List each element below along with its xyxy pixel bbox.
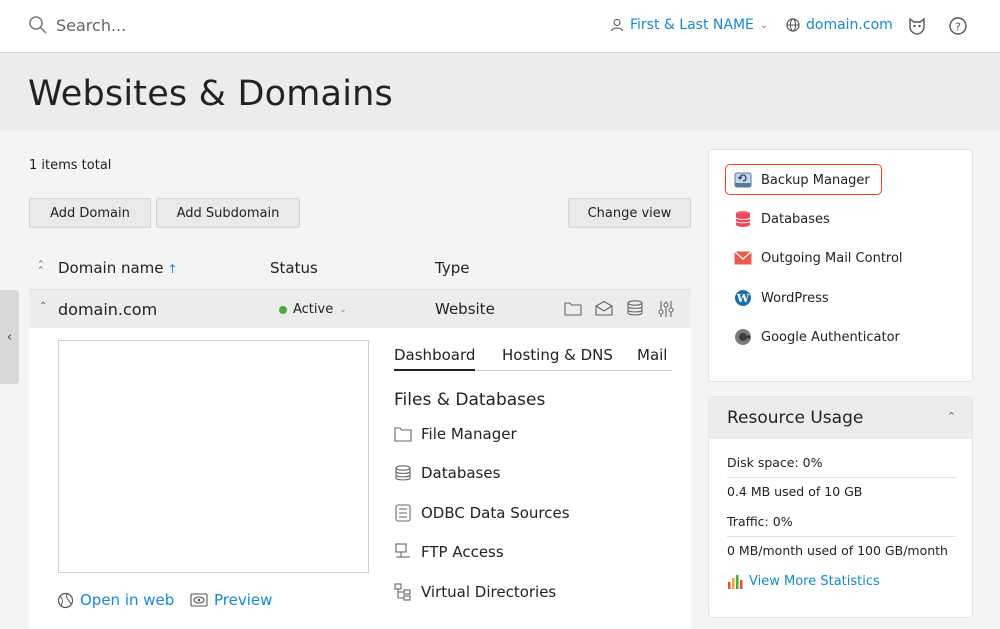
cat-icon[interactable]: [907, 16, 927, 36]
add-domain-button[interactable]: Add Domain: [29, 198, 151, 228]
change-view-button[interactable]: Change view: [568, 198, 691, 228]
resource-usage-header[interactable]: Resource Usage ⌃: [709, 397, 972, 439]
chevron-up-icon[interactable]: ⌃: [947, 410, 956, 423]
quick-links-card: Backup Manager Databases Outgoing Mail C…: [709, 150, 972, 381]
divider: [727, 477, 956, 478]
column-domain-name[interactable]: Domain name ↑: [58, 259, 178, 277]
database-icon: [734, 210, 752, 228]
section-title: Files & Databases: [394, 390, 546, 410]
disk-space-label: Disk space: 0%: [727, 455, 823, 470]
tool-ftp-access[interactable]: FTP Access: [394, 543, 504, 561]
user-name: First & Last NAME: [630, 17, 754, 33]
row-type: Website: [435, 300, 495, 318]
wordpress-icon: W: [734, 289, 752, 307]
backup-icon: [734, 171, 752, 189]
preview-link[interactable]: Preview: [190, 591, 272, 609]
sidebar-item-wordpress[interactable]: W WordPress: [734, 289, 829, 307]
sidebar-item-backup-manager[interactable]: Backup Manager: [734, 171, 870, 189]
domain-switcher[interactable]: domain.com: [786, 17, 893, 33]
chevron-down-icon: ⌄: [759, 19, 769, 31]
tab-mail[interactable]: Mail: [637, 346, 667, 364]
user-icon: [610, 18, 624, 32]
sidebar-item-databases[interactable]: Databases: [734, 210, 830, 228]
traffic-detail: 0 MB/month used of 100 GB/month: [727, 543, 948, 558]
open-in-web-link[interactable]: Open in web: [57, 591, 174, 609]
authenticator-icon: [734, 328, 752, 346]
svg-text:W: W: [736, 292, 750, 305]
open-in-web-label: Open in web: [80, 591, 175, 609]
globe-icon: [57, 592, 74, 608]
divider: [727, 536, 956, 537]
tool-databases[interactable]: Databases: [394, 464, 500, 482]
preview-label: Preview: [214, 591, 273, 609]
resource-usage-card: Resource Usage ⌃ Disk space: 0% 0.4 MB u…: [709, 397, 972, 617]
page-title: Websites & Domains: [28, 74, 393, 114]
domain-details: Open in web Preview Dashboard Hosting & …: [29, 328, 691, 629]
status-dropdown[interactable]: Active ⌄: [279, 302, 347, 317]
table-header: ⌃ ⌃ Domain name ↑ Status Type: [29, 256, 691, 290]
status-label: Active: [293, 302, 334, 317]
tool-file-manager[interactable]: File Manager: [394, 425, 517, 443]
search-icon: [29, 16, 47, 34]
column-type[interactable]: Type: [435, 259, 469, 277]
mail-icon: [734, 249, 752, 267]
expand-all-icon[interactable]: ⌃ ⌃: [37, 261, 45, 276]
help-icon[interactable]: ?: [948, 16, 968, 36]
tool-virtual-directories[interactable]: Virtual Directories: [394, 583, 556, 601]
column-status[interactable]: Status: [270, 259, 318, 277]
folder-icon[interactable]: [564, 300, 582, 316]
search-box[interactable]: Search...: [28, 15, 126, 35]
table-row[interactable]: ⌃ domain.com Active ⌄ Website: [29, 290, 691, 328]
chevron-down-icon: ⌄: [339, 304, 347, 315]
database-icon: [395, 465, 411, 481]
view-more-statistics-link[interactable]: View More Statistics: [727, 573, 880, 589]
row-domain-name[interactable]: domain.com: [58, 300, 157, 319]
ftp-icon: [395, 543, 410, 558]
sitemap-icon: [394, 583, 411, 601]
eye-icon: [190, 593, 208, 607]
user-menu[interactable]: First & Last NAME ⌄: [610, 17, 768, 33]
database-icon[interactable]: [626, 300, 644, 316]
odbc-icon: [395, 504, 411, 522]
settings-sliders-icon[interactable]: [657, 300, 675, 318]
globe-icon: [786, 18, 800, 32]
traffic-label: Traffic: 0%: [727, 514, 793, 529]
row-actions: [564, 300, 675, 318]
sidebar-collapse-toggle[interactable]: ‹: [0, 290, 19, 384]
top-bar: Search... First & Last NAME ⌄ domain.com…: [0, 0, 1000, 53]
tab-dashboard[interactable]: Dashboard: [394, 346, 476, 371]
detail-tabs: Dashboard Hosting & DNS Mail: [394, 344, 672, 371]
status-dot-icon: [279, 305, 287, 314]
folder-icon: [394, 427, 412, 442]
tool-odbc[interactable]: ODBC Data Sources: [394, 504, 570, 522]
domain-name: domain.com: [806, 17, 893, 33]
tab-hosting-dns[interactable]: Hosting & DNS: [502, 346, 613, 364]
collapse-row-icon[interactable]: ⌃: [39, 301, 47, 312]
sort-asc-icon: ↑: [167, 262, 178, 276]
mail-icon[interactable]: [595, 300, 613, 316]
items-total: 1 items total: [29, 158, 112, 173]
resource-usage-title: Resource Usage: [727, 408, 864, 428]
sidebar-item-outgoing-mail-control[interactable]: Outgoing Mail Control: [734, 249, 903, 267]
search-input[interactable]: Search...: [56, 16, 126, 35]
disk-space-detail: 0.4 MB used of 10 GB: [727, 484, 863, 499]
site-preview-thumbnail[interactable]: [58, 340, 369, 573]
chevron-left-icon: ‹: [6, 329, 13, 345]
bar-chart-icon: [728, 575, 743, 589]
add-subdomain-button[interactable]: Add Subdomain: [156, 198, 300, 228]
svg-text:?: ?: [955, 21, 961, 34]
sidebar-item-google-authenticator[interactable]: Google Authenticator: [734, 328, 900, 346]
